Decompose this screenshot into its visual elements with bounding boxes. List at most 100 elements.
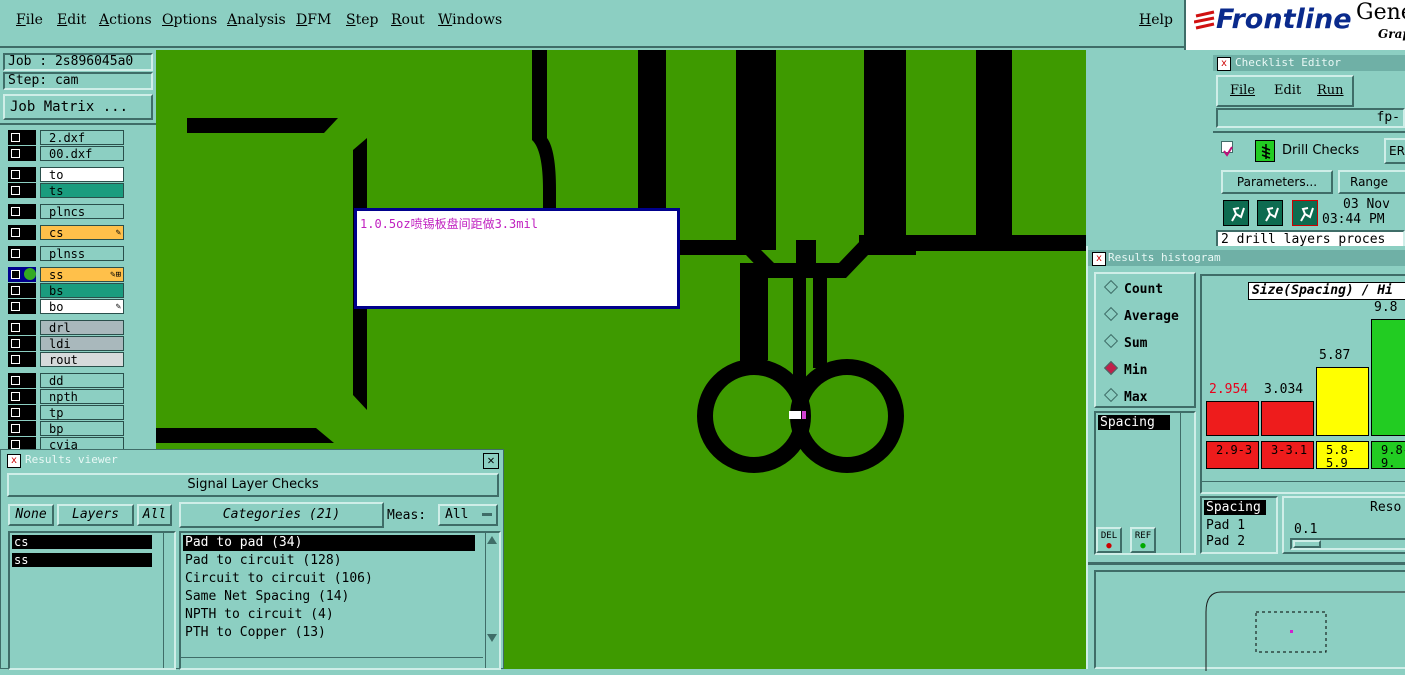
layer-name[interactable]: to bbox=[40, 167, 124, 182]
layer-name[interactable]: rout bbox=[40, 352, 124, 367]
range-button[interactable]: Range bbox=[1338, 170, 1405, 194]
window-menu-icon[interactable]: x bbox=[7, 454, 21, 468]
layer-name[interactable]: bp bbox=[40, 421, 124, 436]
layer-list-item[interactable]: ss bbox=[12, 553, 152, 567]
layer-name[interactable]: bs bbox=[40, 283, 124, 298]
check-enabled-checkbox[interactable] bbox=[1221, 141, 1233, 157]
menu-options[interactable]: Options bbox=[162, 12, 217, 28]
layer-scrollbar[interactable] bbox=[126, 125, 154, 445]
menu-step[interactable]: Step bbox=[346, 12, 378, 28]
layer-toggle-checkbox[interactable] bbox=[8, 283, 36, 298]
category-item[interactable]: Pad to circuit (128) bbox=[183, 553, 475, 569]
layer-toggle-checkbox[interactable] bbox=[8, 336, 36, 351]
window-menu-icon[interactable]: x bbox=[1217, 57, 1231, 71]
layer-row[interactable]: bo ✎ bbox=[8, 299, 124, 314]
histogram-bar[interactable] bbox=[1206, 401, 1259, 436]
layers-button[interactable]: Layers bbox=[57, 504, 134, 526]
layer-row[interactable]: bs bbox=[8, 283, 124, 298]
layer-toggle-checkbox[interactable] bbox=[8, 389, 36, 404]
menu-edit[interactable]: Edit bbox=[57, 12, 86, 28]
menu-file[interactable]: File bbox=[16, 12, 43, 28]
checklist-menu-run[interactable]: Run bbox=[1317, 83, 1344, 98]
layer-row[interactable]: tp bbox=[8, 405, 124, 420]
job-matrix-button[interactable]: Job Matrix ... bbox=[3, 94, 153, 120]
menu-actions[interactable]: Actions bbox=[99, 12, 152, 28]
erf-button[interactable]: ER bbox=[1384, 138, 1405, 164]
resolution-slider-thumb[interactable] bbox=[1293, 540, 1321, 548]
categories-button[interactable]: Categories (21) bbox=[179, 502, 384, 528]
layer-name[interactable]: ss ✎⊞ bbox=[40, 267, 124, 282]
layer-row[interactable]: 00.dxf bbox=[8, 146, 124, 161]
ref-button[interactable]: REF ● bbox=[1130, 527, 1156, 553]
measure-list-item[interactable]: Spacing bbox=[1204, 500, 1266, 515]
layer-toggle-checkbox[interactable] bbox=[8, 146, 36, 161]
layer-toggle-checkbox[interactable] bbox=[8, 373, 36, 388]
layer-name[interactable]: ts bbox=[40, 183, 124, 198]
category-item[interactable]: NPTH to circuit (4) bbox=[183, 607, 475, 623]
layer-toggle-checkbox[interactable] bbox=[8, 183, 36, 198]
layer-row[interactable]: 2.dxf bbox=[8, 130, 124, 145]
layer-name[interactable]: ldi bbox=[40, 336, 124, 351]
run-selected-icon[interactable] bbox=[1292, 200, 1318, 226]
preview-view[interactable] bbox=[1094, 570, 1405, 671]
menu-analysis[interactable]: Analysis bbox=[227, 12, 286, 28]
layer-name[interactable]: tp bbox=[40, 405, 124, 420]
layer-row[interactable]: npth bbox=[8, 389, 124, 404]
option-sum[interactable]: Sum bbox=[1103, 333, 1147, 351]
run-all-icon[interactable] bbox=[1257, 200, 1283, 226]
none-button[interactable]: None bbox=[8, 504, 54, 526]
meas-dropdown[interactable]: All bbox=[438, 504, 498, 526]
layer-name[interactable]: plncs bbox=[40, 204, 124, 219]
run-icon[interactable] bbox=[1223, 200, 1249, 226]
layer-row[interactable]: bp bbox=[8, 421, 124, 436]
histogram-hscrollbar[interactable] bbox=[1202, 481, 1405, 493]
layer-toggle-checkbox[interactable] bbox=[8, 167, 36, 182]
layer-toggle-checkbox[interactable] bbox=[8, 267, 36, 282]
layer-toggle-checkbox[interactable] bbox=[8, 405, 36, 420]
layer-row[interactable]: ss ✎⊞ bbox=[8, 267, 124, 282]
parameters-button[interactable]: Parameters... bbox=[1221, 170, 1333, 194]
measure-list-item[interactable]: Pad 1 bbox=[1206, 518, 1245, 533]
menu-rout[interactable]: Rout bbox=[391, 12, 425, 28]
category-item[interactable]: Circuit to circuit (106) bbox=[183, 571, 475, 587]
menu-help[interactable]: Help bbox=[1139, 12, 1173, 28]
resolution-slider[interactable] bbox=[1290, 538, 1405, 550]
layer-row[interactable]: plncs bbox=[8, 204, 124, 219]
categories-hscrollbar[interactable] bbox=[181, 657, 483, 668]
del-button[interactable]: DEL ● bbox=[1096, 527, 1122, 553]
layer-toggle-checkbox[interactable] bbox=[8, 352, 36, 367]
layer-toggle-checkbox[interactable] bbox=[8, 246, 36, 261]
layers-scrollbar[interactable] bbox=[163, 533, 174, 668]
scroll-up-icon[interactable] bbox=[487, 536, 497, 544]
layer-name[interactable]: 2.dxf bbox=[40, 130, 124, 145]
categories-scrollbar[interactable] bbox=[485, 533, 497, 668]
close-icon[interactable]: ✕ bbox=[483, 453, 499, 469]
layer-row[interactable]: plnss bbox=[8, 246, 124, 261]
layer-toggle-checkbox[interactable] bbox=[8, 320, 36, 335]
layer-name[interactable]: cs ✎ bbox=[40, 225, 124, 240]
layer-toggle-checkbox[interactable] bbox=[8, 421, 36, 436]
layer-toggle-checkbox[interactable] bbox=[8, 225, 36, 240]
histogram-bar[interactable] bbox=[1261, 401, 1314, 436]
all-layers-button[interactable]: All bbox=[137, 504, 172, 526]
option-max[interactable]: Max bbox=[1103, 387, 1147, 405]
layer-row[interactable]: drl bbox=[8, 320, 124, 335]
option-average[interactable]: Average bbox=[1103, 306, 1179, 324]
option-count[interactable]: Count bbox=[1103, 279, 1163, 297]
measure-list-item[interactable]: Pad 2 bbox=[1206, 534, 1245, 549]
layer-name[interactable]: drl bbox=[40, 320, 124, 335]
layer-row[interactable]: dd bbox=[8, 373, 124, 388]
measure-type-scrollbar[interactable] bbox=[1180, 413, 1192, 553]
layer-list-item[interactable]: cs bbox=[12, 535, 152, 549]
option-min[interactable]: Min bbox=[1103, 360, 1147, 378]
layer-toggle-checkbox[interactable] bbox=[8, 204, 36, 219]
layer-row[interactable]: ldi bbox=[8, 336, 124, 351]
layer-name[interactable]: 00.dxf bbox=[40, 146, 124, 161]
category-item[interactable]: PTH to Copper (13) bbox=[183, 625, 475, 641]
histogram-bar[interactable] bbox=[1371, 319, 1405, 436]
layer-name[interactable]: npth bbox=[40, 389, 124, 404]
checklist-name-field[interactable]: fp- bbox=[1216, 108, 1405, 128]
layer-toggle-checkbox[interactable] bbox=[8, 130, 36, 145]
category-item[interactable]: Same Net Spacing (14) bbox=[183, 589, 475, 605]
menu-dfm[interactable]: DFM bbox=[296, 12, 331, 28]
